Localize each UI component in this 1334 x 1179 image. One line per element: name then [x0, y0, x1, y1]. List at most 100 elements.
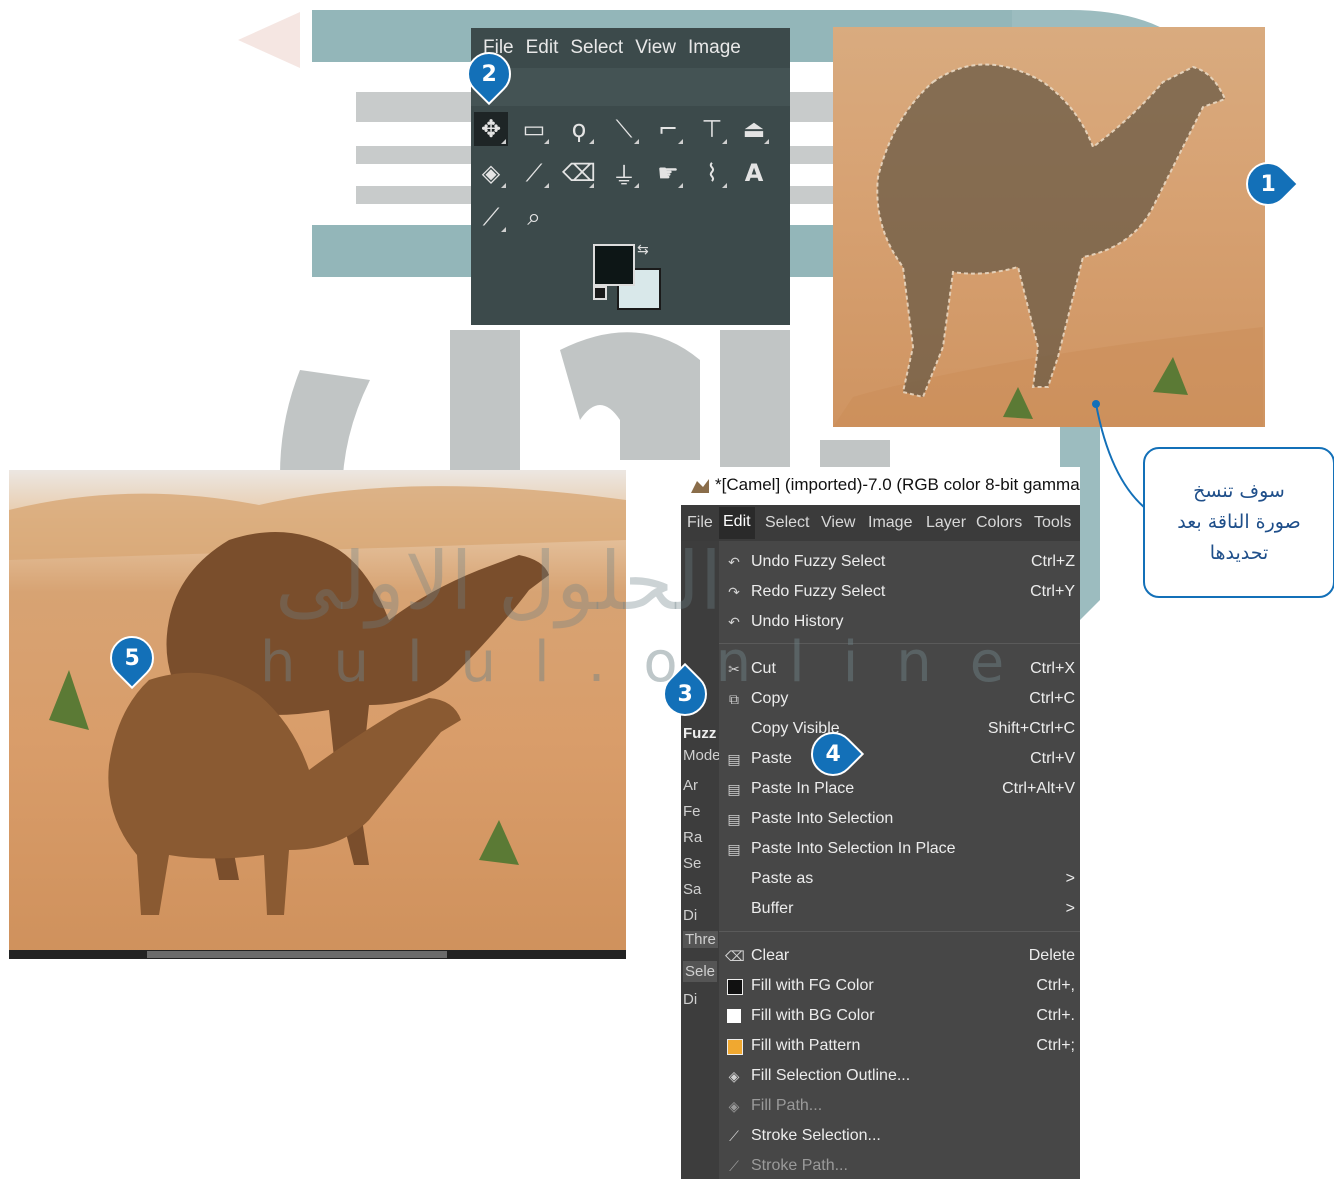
step-number: 4	[825, 741, 841, 767]
antialias-option[interactable]: Ar	[683, 777, 698, 794]
stroke-icon: ⟋	[729, 1128, 739, 1144]
foreground-color-swatch[interactable]	[593, 244, 635, 286]
callout-text: سوف تنسخ صورة الناقة بعد تحديدها	[1177, 480, 1301, 564]
menu-item-label: Paste Into Selection	[751, 810, 894, 827]
paste-icon: ▤	[727, 781, 741, 797]
camel-selected-image	[833, 27, 1265, 427]
clone-tool-icon[interactable]: ⏚	[607, 156, 641, 190]
feather-option[interactable]: Fe	[683, 803, 701, 820]
color-picker-tool-icon[interactable]: ⟋	[474, 200, 508, 234]
bucket-fill-tool-icon[interactable]: ◈	[474, 156, 508, 190]
sample-merged-option[interactable]: Sa	[683, 881, 701, 898]
bucket-icon: ◈	[728, 1068, 740, 1084]
menu-item-shortcut: Delete	[1028, 947, 1075, 964]
menu-image[interactable]: Image	[688, 37, 741, 59]
instruction-callout: سوف تنسخ صورة الناقة بعد تحديدها	[1143, 447, 1334, 598]
menu-item-clear[interactable]: ⌫ Clear Delete	[719, 941, 1075, 971]
transform-tool-icon[interactable]: ⊤	[695, 112, 729, 146]
lasso-select-tool-icon[interactable]: ϙ	[562, 112, 596, 146]
menu-item-undo[interactable]: ↶ Undo Fuzzy Select Ctrl+Z	[719, 547, 1075, 577]
menu-item-paste-as[interactable]: Paste as >	[719, 864, 1075, 894]
menu-item-label: Paste as	[751, 870, 814, 887]
menu-item-label: Undo Fuzzy Select	[751, 553, 886, 570]
menu-item-stroke-selection[interactable]: ⟋ Stroke Selection...	[719, 1121, 1075, 1151]
swap-colors-icon[interactable]: ⇆	[637, 242, 649, 258]
menu-separator	[719, 931, 1080, 932]
fg-swatch-icon	[725, 977, 743, 995]
diagonal-neighbors-option[interactable]: Di	[683, 907, 697, 924]
menu-view[interactable]: View	[635, 37, 676, 59]
mode-label: Mode	[683, 747, 721, 764]
gimp-menu-tools[interactable]: Tools	[1034, 514, 1071, 532]
move-tool-icon[interactable]: ✥	[474, 112, 508, 146]
draw-mask-option[interactable]: Di	[683, 991, 697, 1008]
radius-field[interactable]: Ra	[683, 829, 702, 846]
gimp-menubar: File Edit Select View Image Layer Colors…	[681, 505, 1080, 541]
menu-item-shortcut: Ctrl+Z	[1031, 553, 1075, 570]
menu-item-fill-bg[interactable]: Fill with BG Color Ctrl+.	[719, 1001, 1075, 1031]
paths-tool-icon[interactable]: ⌇	[695, 156, 729, 190]
menu-item-copy-visible[interactable]: Copy Visible Shift+Ctrl+C	[719, 714, 1075, 744]
zoom-tool-icon[interactable]: ⌕	[517, 200, 551, 234]
fuzzy-select-tool-icon[interactable]: ⟍	[607, 112, 641, 146]
camel-illustration	[833, 63, 1263, 427]
gimp-window: *[Camel] (imported)-7.0 (RGB color 8-bit…	[681, 467, 1080, 1179]
smudge-tool-icon[interactable]: ☛	[651, 156, 685, 190]
menu-item-shortcut: Ctrl+Alt+V	[1002, 780, 1075, 797]
menu-item-fill-path[interactable]: ◈ Fill Path...	[719, 1091, 1075, 1121]
menu-item-paste-into-selection[interactable]: ▤ Paste Into Selection	[719, 804, 1075, 834]
rect-select-tool-icon[interactable]: ▭	[517, 112, 551, 146]
menu-edit[interactable]: Edit	[526, 37, 559, 59]
crop-tool-icon[interactable]: ⌐	[651, 112, 685, 146]
eraser-tool-icon[interactable]: ⌫	[562, 156, 596, 190]
menu-item-paste-in-place[interactable]: ▤ Paste In Place Ctrl+Alt+V	[719, 774, 1075, 804]
horizontal-scrollbar[interactable]	[9, 950, 626, 959]
menu-item-stroke-path[interactable]: ⟋ Stroke Path...	[719, 1151, 1075, 1179]
menu-item-paste[interactable]: ▤ Paste Ctrl+V	[719, 744, 1075, 774]
menu-item-label: Stroke Selection...	[751, 1127, 881, 1144]
menu-item-label: Buffer	[751, 900, 794, 917]
pattern-swatch-icon	[725, 1037, 743, 1055]
threshold-slider[interactable]: Thre	[683, 931, 718, 948]
menu-item-label: Fill with FG Color	[751, 977, 874, 994]
menu-item-fill-fg[interactable]: Fill with FG Color Ctrl+,	[719, 971, 1075, 1001]
menu-item-fill-pattern[interactable]: Fill with Pattern Ctrl+;	[719, 1031, 1075, 1061]
paste-icon: ▤	[727, 841, 741, 857]
redo-icon: ↷	[728, 584, 740, 600]
menu-item-shortcut: Ctrl+,	[1036, 977, 1075, 994]
gimp-menu-view[interactable]: View	[821, 514, 855, 532]
paintbrush-tool-icon[interactable]: ⟋	[517, 156, 551, 190]
text-tool-icon[interactable]: A	[737, 156, 771, 190]
default-colors-icon[interactable]	[593, 286, 607, 300]
menu-item-label: Stroke Path...	[751, 1157, 848, 1174]
gimp-menu-image[interactable]: Image	[868, 514, 912, 532]
step-number: 1	[1260, 171, 1276, 197]
menu-item-paste-into-selection-in-place[interactable]: ▤ Paste Into Selection In Place	[719, 834, 1075, 864]
history-icon: ↶	[728, 614, 740, 630]
watermark-arabic-text: الحلول الاولى	[275, 535, 723, 628]
bucket-icon: ◈	[728, 1098, 740, 1114]
menu-item-redo[interactable]: ↷ Redo Fuzzy Select Ctrl+Y	[719, 577, 1075, 607]
gimp-menu-layer[interactable]: Layer	[926, 514, 966, 532]
stroke-path-icon: ⟋	[729, 1158, 739, 1174]
menu-item-label: Fill with Pattern	[751, 1037, 861, 1054]
step-number: 2	[481, 61, 497, 87]
gimp-menu-file[interactable]: File	[687, 514, 713, 532]
bg-swatch-icon	[725, 1007, 743, 1025]
warp-tool-icon[interactable]: ⏏	[737, 112, 771, 146]
menu-item-buffer[interactable]: Buffer >	[719, 894, 1075, 924]
menu-item-fill-selection-outline[interactable]: ◈ Fill Selection Outline...	[719, 1061, 1075, 1091]
toolbox-panel: File Edit Select View Image ✥ ▭ ϙ ⟍ ⌐ ⊤ …	[471, 28, 790, 325]
select-transparent-option[interactable]: Se	[683, 855, 701, 872]
menu-item-shortcut: Ctrl+;	[1036, 1037, 1075, 1054]
gimp-menu-edit[interactable]: Edit	[719, 507, 755, 539]
toolbox-header-strip	[471, 68, 790, 106]
menu-select[interactable]: Select	[570, 37, 623, 59]
select-by-dropdown[interactable]: Sele	[683, 961, 718, 982]
window-titlebar: *[Camel] (imported)-7.0 (RGB color 8-bit…	[681, 467, 1080, 505]
window-title: *[Camel] (imported)-7.0 (RGB color 8-bit…	[715, 475, 1080, 494]
gimp-menu-colors[interactable]: Colors	[976, 514, 1022, 532]
submenu-arrow-icon: >	[1065, 900, 1075, 917]
scrollbar-thumb[interactable]	[147, 951, 447, 958]
gimp-menu-select[interactable]: Select	[765, 514, 809, 532]
